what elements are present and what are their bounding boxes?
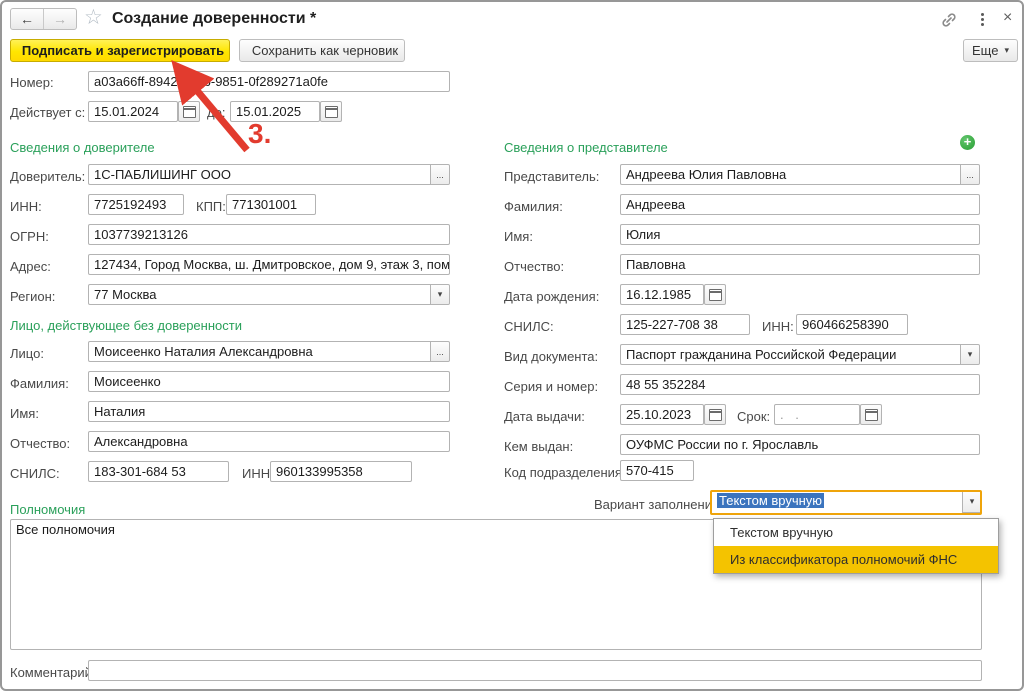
rep-snils-label: СНИЛС:	[504, 319, 554, 334]
back-arrow-icon: ←	[20, 11, 34, 27]
principal-address-label: Адрес:	[10, 259, 51, 274]
signer-person-label: Лицо:	[10, 346, 44, 361]
birthdate-calendar-button[interactable]	[704, 284, 726, 305]
rep-dept-code-field[interactable]: 570-415	[620, 460, 694, 481]
nav-history-group: ← →	[10, 8, 77, 30]
principal-label: Доверитель:	[10, 169, 85, 184]
rep-issued-by-field[interactable]: ОУФМС России по г. Ярославль	[620, 434, 980, 455]
signer-section-title: Лицо, действующее без доверенности	[10, 318, 242, 333]
powers-section-title: Полномочия	[10, 502, 85, 517]
signer-middlename-field[interactable]: Александровна	[88, 431, 450, 452]
signer-person-field[interactable]: Моисеенко Наталия Александровна ...	[88, 341, 450, 362]
principal-section-title: Сведения о доверителе	[10, 140, 155, 155]
rep-firstname-label: Имя:	[504, 229, 533, 244]
chevron-down-icon: ▾	[970, 496, 975, 507]
rep-firstname-field[interactable]: Юлия	[620, 224, 980, 245]
principal-ogrn-field[interactable]: 1037739213126	[88, 224, 450, 245]
number-label: Номер:	[10, 75, 54, 90]
principal-region-label: Регион:	[10, 289, 55, 304]
principal-kpp-label: КПП:	[196, 199, 226, 214]
rep-term-label: Срок:	[737, 409, 770, 424]
calendar-icon	[709, 409, 722, 421]
more-button[interactable]: Еще ▾	[963, 39, 1018, 62]
rep-doc-type-label: Вид документа:	[504, 349, 598, 364]
more-button-label: Еще	[972, 43, 998, 58]
principal-region-combo[interactable]: 77 Москва ▾	[88, 284, 450, 305]
chevron-down-icon: ▾	[438, 289, 443, 300]
rep-issued-by-label: Кем выдан:	[504, 439, 573, 454]
rep-middlename-label: Отчество:	[504, 259, 564, 274]
rep-snils-field[interactable]: 125-227-708 38	[620, 314, 750, 335]
rep-issue-date-field[interactable]: 25.10.2023	[620, 404, 704, 425]
signer-lastname-label: Фамилия:	[10, 376, 69, 391]
dropdown-option-manual-text[interactable]: Текстом вручную	[714, 519, 998, 546]
representative-label: Представитель:	[504, 169, 599, 184]
rep-issue-date-label: Дата выдачи:	[504, 409, 585, 424]
signer-snils-field[interactable]: 183-301-684 53	[88, 461, 229, 482]
signer-middlename-label: Отчество:	[10, 436, 70, 451]
add-representative-button[interactable]: +	[960, 135, 975, 150]
doverennost-form-window: ← → ☆ Создание доверенности * × Подписат…	[0, 0, 1024, 691]
forward-button[interactable]: →	[43, 9, 76, 29]
term-calendar-button[interactable]	[860, 404, 882, 425]
representative-section-title: Сведения о представителе	[504, 140, 668, 155]
fill-variant-label: Вариант заполнения:	[594, 497, 723, 512]
close-icon[interactable]: ×	[1003, 9, 1012, 27]
rep-lastname-field[interactable]: Андреева	[620, 194, 980, 215]
chevron-down-icon: ▾	[1004, 45, 1009, 56]
plus-icon: +	[964, 134, 972, 149]
forward-arrow-icon: →	[53, 11, 67, 27]
signer-firstname-field[interactable]: Наталия	[88, 401, 450, 422]
choose-ellipsis-button[interactable]: ...	[960, 164, 980, 185]
rep-middlename-field[interactable]: Павловна	[620, 254, 980, 275]
rep-doc-type-combo[interactable]: Паспорт гражданина Российской Федерации …	[620, 344, 980, 365]
calendar-icon	[709, 289, 722, 301]
comment-label: Комментарий:	[10, 665, 96, 680]
principal-ogrn-label: ОГРН:	[10, 229, 49, 244]
calendar-icon	[865, 409, 878, 421]
back-button[interactable]: ←	[11, 9, 43, 29]
calendar-icon	[325, 106, 338, 118]
comment-field[interactable]	[88, 660, 982, 681]
principal-address-field[interactable]: 127434, Город Москва, ш. Дмитровское, до…	[88, 254, 450, 275]
issue-date-calendar-button[interactable]	[704, 404, 726, 425]
rep-inn-label: ИНН:	[762, 319, 794, 334]
annotation-step-number: 3.	[248, 118, 271, 150]
rep-birthdate-label: Дата рождения:	[504, 289, 599, 304]
valid-from-label: Действует с:	[10, 105, 85, 120]
fill-variant-combo[interactable]: Текстом вручную ▾	[710, 490, 982, 515]
signer-snils-label: СНИЛС:	[10, 466, 60, 481]
rep-term-field[interactable]: . .	[774, 404, 860, 425]
get-link-icon[interactable]	[940, 11, 958, 29]
dropdown-button[interactable]: ▾	[962, 490, 982, 513]
favorite-star-icon[interactable]: ☆	[84, 5, 103, 30]
choose-ellipsis-button[interactable]: ...	[430, 341, 450, 362]
signer-firstname-label: Имя:	[10, 406, 39, 421]
signer-lastname-field[interactable]: Моисеенко	[88, 371, 450, 392]
annotation-arrow	[142, 42, 302, 172]
signer-inn-label: ИНН:	[242, 466, 274, 481]
dropdown-option-fns-classifier[interactable]: Из классификатора полномочий ФНС	[714, 546, 998, 573]
rep-dept-code-label: Код подразделения:	[504, 465, 626, 480]
principal-inn-label: ИНН:	[10, 199, 42, 214]
menu-kebab-icon[interactable]	[981, 13, 984, 26]
rep-series-field[interactable]: 48 55 352284	[620, 374, 980, 395]
dropdown-button[interactable]: ▾	[960, 344, 980, 365]
rep-birthdate-field[interactable]: 16.12.1985	[620, 284, 704, 305]
page-title: Создание доверенности *	[112, 10, 316, 28]
valid-to-calendar-button[interactable]	[320, 101, 342, 122]
rep-lastname-label: Фамилия:	[504, 199, 563, 214]
principal-kpp-field[interactable]: 771301001	[226, 194, 316, 215]
rep-inn-field[interactable]: 960466258390	[796, 314, 908, 335]
fill-variant-selected-value: Текстом вручную	[717, 493, 824, 508]
choose-ellipsis-button[interactable]: ...	[430, 164, 450, 185]
dropdown-button[interactable]: ▾	[430, 284, 450, 305]
chevron-down-icon: ▾	[968, 349, 973, 360]
signer-inn-field[interactable]: 960133995358	[270, 461, 412, 482]
fill-variant-dropdown-list: Текстом вручную Из классификатора полном…	[713, 518, 999, 574]
rep-series-label: Серия и номер:	[504, 379, 598, 394]
principal-inn-field[interactable]: 7725192493	[88, 194, 184, 215]
representative-field[interactable]: Андреева Юлия Павловна ...	[620, 164, 980, 185]
